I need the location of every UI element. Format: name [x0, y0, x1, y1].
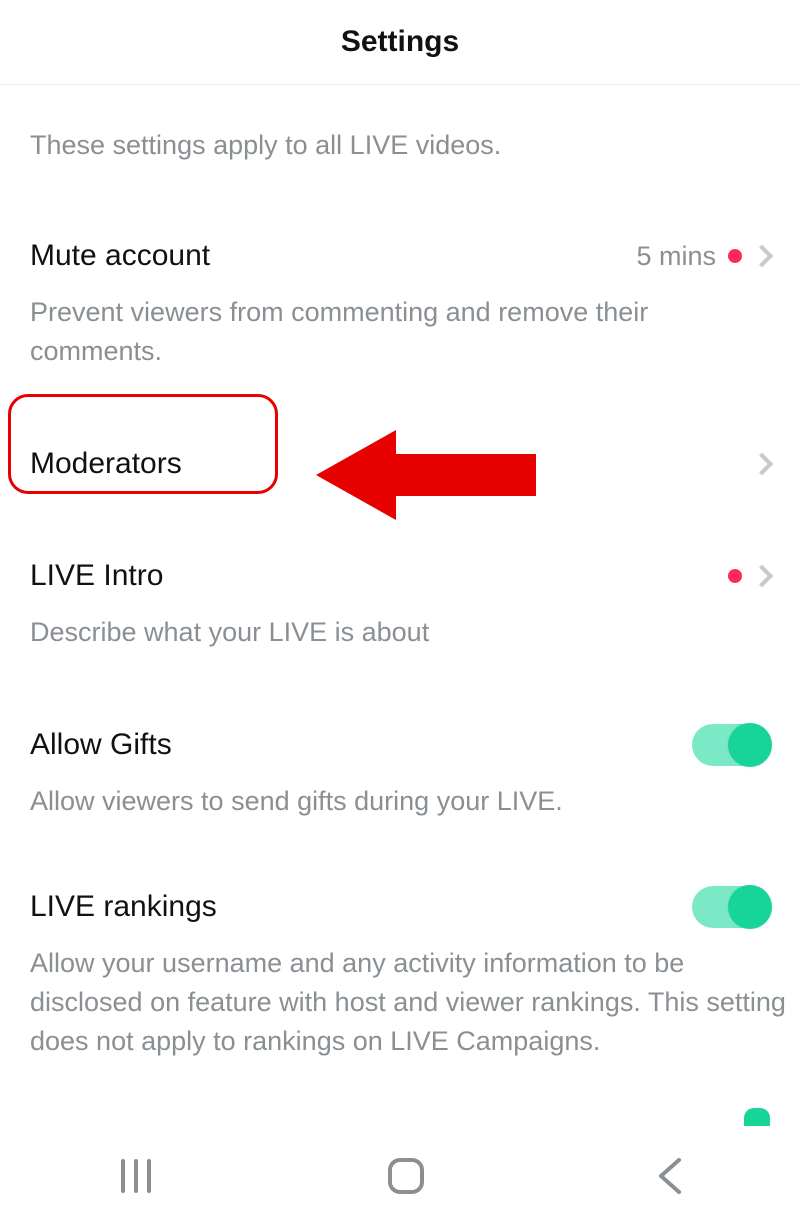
- allow-gifts-title: Allow Gifts: [30, 728, 172, 762]
- chevron-right-icon: [751, 565, 774, 588]
- home-button[interactable]: [386, 1156, 426, 1201]
- page-title: Settings: [341, 25, 459, 59]
- status-dot-icon: [728, 249, 742, 263]
- chevron-right-icon: [751, 453, 774, 476]
- row-head: LIVE Intro: [30, 553, 770, 599]
- live-rankings-toggle[interactable]: [692, 886, 770, 928]
- allow-gifts-desc: Allow viewers to send gifts during your …: [30, 768, 770, 821]
- row-moderators[interactable]: Moderators: [30, 401, 770, 531]
- row-right: [692, 724, 770, 766]
- mute-account-value: 5 mins: [636, 241, 716, 272]
- row-right: [728, 568, 770, 584]
- row-head: LIVE rankings: [30, 884, 770, 930]
- mute-account-title: Mute account: [30, 239, 210, 273]
- row-allow-gifts: Allow Gifts Allow viewers to send gifts …: [30, 682, 770, 851]
- row-right: [692, 886, 770, 928]
- row-live-rankings: LIVE rankings Allow your username and an…: [30, 852, 770, 1091]
- toggle-knob: [728, 723, 772, 767]
- row-head: Mute account 5 mins: [30, 233, 770, 279]
- live-rankings-desc: Allow your username and any activity inf…: [30, 930, 790, 1061]
- row-head: Moderators: [30, 441, 770, 487]
- toggle-knob: [728, 885, 772, 929]
- row-mute-account[interactable]: Mute account 5 mins Prevent viewers from…: [30, 211, 770, 401]
- back-button[interactable]: [655, 1156, 685, 1201]
- moderators-title: Moderators: [30, 447, 182, 481]
- row-head: Allow Gifts: [30, 722, 770, 768]
- row-right: 5 mins: [636, 241, 770, 272]
- recent-apps-button[interactable]: [115, 1157, 157, 1200]
- live-intro-desc: Describe what your LIVE is about: [30, 599, 770, 652]
- row-live-intro[interactable]: LIVE Intro Describe what your LIVE is ab…: [30, 531, 770, 682]
- status-dot-icon: [728, 569, 742, 583]
- header: Settings: [0, 0, 800, 85]
- chevron-right-icon: [751, 245, 774, 268]
- intro-text: These settings apply to all LIVE videos.: [30, 85, 770, 211]
- mute-account-desc: Prevent viewers from commenting and remo…: [30, 279, 770, 371]
- allow-gifts-toggle[interactable]: [692, 724, 770, 766]
- live-rankings-title: LIVE rankings: [30, 890, 217, 924]
- settings-content: These settings apply to all LIVE videos.…: [0, 85, 800, 1091]
- system-navbar: [0, 1132, 800, 1224]
- row-right: [754, 456, 770, 472]
- live-intro-title: LIVE Intro: [30, 559, 163, 593]
- partial-toggle-icon: [744, 1108, 770, 1126]
